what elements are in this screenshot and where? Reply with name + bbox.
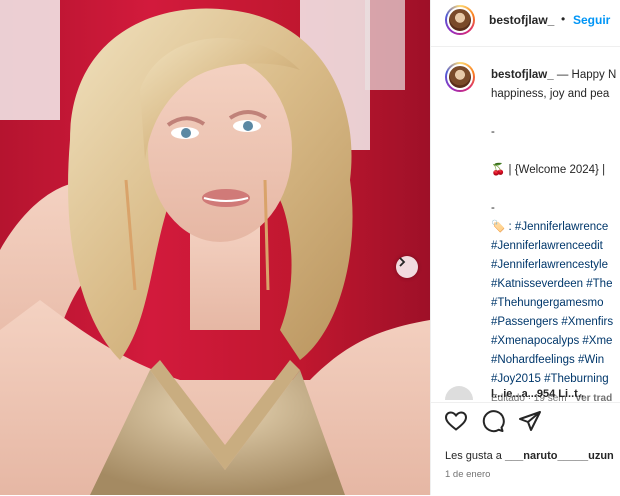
comment-avatar[interactable] [445, 386, 473, 400]
caption-line: - [491, 126, 495, 138]
likes-prefix: Les gusta a [445, 450, 502, 462]
likes-summary: Les gusta a ___naruto_____uzun [445, 450, 614, 462]
share-icon[interactable] [518, 409, 542, 433]
cherry-icon: 🍒 [491, 164, 506, 176]
chevron-right-icon [399, 257, 406, 267]
hashtag[interactable]: #Xmenapocalyps #Xme [491, 332, 620, 351]
caption-line: happiness, joy and pea [491, 88, 610, 100]
caption-line: — Happy N [556, 69, 617, 81]
hashtag[interactable]: #Passengers #Xmenfirs [491, 313, 620, 332]
hashtag[interactable]: #Jenniferlawrencestyle [491, 256, 620, 275]
follow-button[interactable]: Seguir [573, 13, 610, 27]
post-date: 1 de enero [445, 469, 491, 480]
caption: bestofjlaw_ — Happy N happiness, joy and… [491, 66, 620, 408]
tag-icon: 🏷️ [491, 221, 506, 233]
post-side-panel: bestofjlaw_ • Seguir bestofjlaw_ — Happy… [430, 0, 620, 495]
caption-line: - [491, 202, 495, 214]
hashtag[interactable]: #Thehungergamesmo [491, 294, 620, 313]
caption-username[interactable]: bestofjlaw_ [491, 69, 554, 81]
hashtag[interactable]: : #Jenniferlawrence [509, 221, 609, 233]
caption-line [491, 104, 620, 123]
avatar[interactable] [445, 5, 475, 35]
post-actions: Les gusta a ___naruto_____uzun 1 de ener… [431, 402, 620, 496]
post-username[interactable]: bestofjlaw_ [489, 13, 554, 27]
heart-icon[interactable] [444, 409, 468, 433]
hashtag[interactable]: #Jenniferlawrenceedit [491, 237, 620, 256]
next-comment-preview: l...ie...a...954 Li..t.. [491, 388, 584, 400]
likes-user[interactable]: ___naruto_____uzun [505, 450, 614, 462]
next-photo-button[interactable] [396, 256, 418, 278]
hashtag[interactable]: #Joy2015 #Theburning [491, 370, 620, 389]
hashtag[interactable]: #Nohardfeelings #Win [491, 351, 620, 370]
caption-line [491, 142, 620, 161]
comment-icon[interactable] [481, 409, 505, 433]
caption-line: | {Welcome 2024} | [508, 164, 606, 176]
photo-illustration [0, 0, 430, 495]
post-header: bestofjlaw_ • Seguir [431, 0, 620, 47]
post-photo [0, 0, 430, 495]
hashtag[interactable]: #Katnisseverdeen #The [491, 275, 620, 294]
separator-dot: • [561, 12, 566, 26]
caption-line [491, 180, 620, 199]
caption-avatar[interactable] [445, 62, 475, 92]
